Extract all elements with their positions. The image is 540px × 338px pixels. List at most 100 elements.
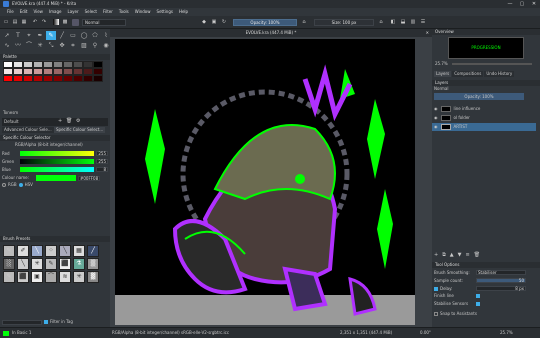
brush-tool-icon[interactable]: ✎ (46, 31, 56, 40)
tab-compositions[interactable]: Compositions (452, 71, 484, 77)
lock-opacity-icon[interactable]: ⌂ (300, 18, 308, 26)
visibility-eye-icon[interactable]: ◉ (434, 116, 438, 120)
brush-preset[interactable]: ╲ (59, 245, 71, 257)
blend-mode-select[interactable]: Normal (82, 19, 126, 26)
brush-preset[interactable]: ≋ (59, 271, 71, 283)
swatch[interactable] (73, 75, 83, 82)
green-channel-slider[interactable] (20, 159, 94, 164)
palette-name[interactable]: Tonesm (3, 111, 18, 115)
brush-preset[interactable]: ⌒ (45, 271, 57, 283)
swatch[interactable] (93, 61, 103, 68)
layer-opacity-slider[interactable]: Opacity: 100% (434, 93, 524, 100)
red-value[interactable]: 255 (96, 151, 108, 156)
reload-preset-icon[interactable]: ↻ (220, 18, 228, 26)
duplicate-layer-icon[interactable]: ⧉ (442, 252, 446, 258)
menu-image[interactable]: Image (46, 8, 65, 16)
tab-layers[interactable]: Layers (434, 71, 452, 77)
brush-preset[interactable]: ⁘ (45, 245, 57, 257)
swatch[interactable] (3, 61, 13, 68)
close-document-icon[interactable]: ✕ (426, 31, 429, 35)
menu-file[interactable]: File (4, 8, 17, 16)
bezier-tool-icon[interactable]: ∿ (2, 41, 12, 50)
transform-tool-icon[interactable]: ⤡ (46, 41, 56, 50)
size-slider[interactable]: Size: 100 px (314, 19, 374, 26)
swatch[interactable] (53, 61, 63, 68)
text-tool-icon[interactable]: T (13, 31, 23, 40)
edit-palette-icon[interactable]: ⚙ (76, 119, 80, 124)
multibrush-icon[interactable]: ✳ (35, 41, 45, 50)
smoothing-select[interactable]: Stabiliser (476, 270, 526, 275)
pattern-icon[interactable]: ▩ (61, 18, 69, 26)
brush-preset[interactable]: ⬛ (17, 271, 29, 283)
brush-preset[interactable]: ╲ (17, 258, 29, 270)
swatch[interactable] (93, 68, 103, 75)
swatch[interactable] (13, 68, 23, 75)
ellipse-tool-icon[interactable]: ◯ (79, 31, 89, 40)
minimize-button[interactable]: — (504, 0, 516, 8)
swatch[interactable] (13, 75, 23, 82)
delete-layer-icon[interactable]: 🗑 (474, 252, 480, 258)
close-button[interactable]: ✕ (528, 0, 540, 8)
freehand-path-icon[interactable]: 〰 (13, 41, 23, 50)
maximize-button[interactable]: ▢ (516, 0, 528, 8)
document-tab[interactable]: EVOLVE.kra (447.4 MiB) * ✕ (110, 29, 432, 37)
brush-preset[interactable]: ✎ (3, 245, 15, 257)
mirror-vertical-icon[interactable]: ⬓ (399, 18, 407, 26)
brush-preset[interactable]: ✳ (31, 258, 43, 270)
brush-preset[interactable]: ✎ (45, 258, 57, 270)
brush-preset-icon[interactable] (71, 18, 79, 26)
rgb-radio[interactable] (2, 183, 6, 187)
delete-swatch-icon[interactable]: 🗑 (66, 119, 72, 124)
menu-select[interactable]: Select (82, 8, 100, 16)
overview-zoom-slider[interactable] (452, 63, 532, 65)
swatch[interactable] (23, 61, 33, 68)
layer-row[interactable]: ◉ ol folder (432, 114, 536, 122)
swatch[interactable] (43, 75, 53, 82)
undo-icon[interactable]: ↶ (31, 18, 39, 26)
move-tool-icon[interactable]: ✥ (57, 41, 67, 50)
status-zoom[interactable]: 25.7% (500, 331, 513, 335)
swatch[interactable] (93, 75, 103, 82)
colour-name-input[interactable]: #00FF08 (78, 175, 100, 181)
mirror-horizontal-icon[interactable]: ◧ (389, 18, 397, 26)
select-shapes-icon[interactable]: ➚ (2, 31, 12, 40)
opacity-slider[interactable]: Opacity: 100% (233, 19, 297, 26)
hsv-radio[interactable] (18, 183, 23, 187)
wrap-around-icon[interactable]: ▥ (409, 18, 417, 26)
swatch[interactable] (33, 61, 43, 68)
overview-thumbnail[interactable]: PROGRESSION (448, 37, 524, 59)
swatch[interactable] (23, 75, 33, 82)
fg-colour-chip[interactable] (3, 331, 9, 336)
red-channel-slider[interactable] (20, 151, 94, 156)
menu-help[interactable]: Help (176, 8, 191, 16)
line-tool-icon[interactable]: ╱ (57, 31, 67, 40)
add-layer-icon[interactable]: + (434, 252, 438, 258)
brush-preset[interactable]: ✎ (3, 271, 15, 283)
dynamic-brush-icon[interactable]: ⌒ (24, 41, 34, 50)
brush-preset[interactable]: ╱ (87, 245, 99, 257)
swatch[interactable] (83, 68, 93, 75)
save-icon[interactable]: ▦ (20, 18, 28, 26)
menu-window[interactable]: Window (132, 8, 154, 16)
swatch[interactable] (63, 68, 73, 75)
swatch[interactable] (53, 68, 63, 75)
preserve-alpha-icon[interactable]: ▣ (210, 18, 218, 26)
finish-line-checkbox[interactable] (476, 294, 480, 298)
rectangle-tool-icon[interactable]: ▭ (68, 31, 78, 40)
brush-preset[interactable]: ⬛ (59, 258, 71, 270)
move-layer-down-icon[interactable]: ▼ (458, 252, 462, 258)
snap-checkbox[interactable] (434, 312, 438, 316)
brush-preset[interactable]: ✐ (17, 245, 29, 257)
tab-advanced-colour[interactable]: Advanced Colour Sele... (2, 127, 54, 133)
blue-channel-slider[interactable] (20, 167, 94, 172)
gradient-tool-icon[interactable]: ▨ (79, 41, 89, 50)
brush-preset[interactable]: ░ (3, 258, 15, 270)
delay-checkbox[interactable] (434, 286, 438, 291)
menu-layer[interactable]: Layer (64, 8, 81, 16)
swatch[interactable] (83, 61, 93, 68)
swatch[interactable] (63, 61, 73, 68)
swatch[interactable] (33, 75, 43, 82)
swatch[interactable] (3, 75, 13, 82)
menu-view[interactable]: View (30, 8, 46, 16)
redo-icon[interactable]: ↷ (40, 18, 48, 26)
